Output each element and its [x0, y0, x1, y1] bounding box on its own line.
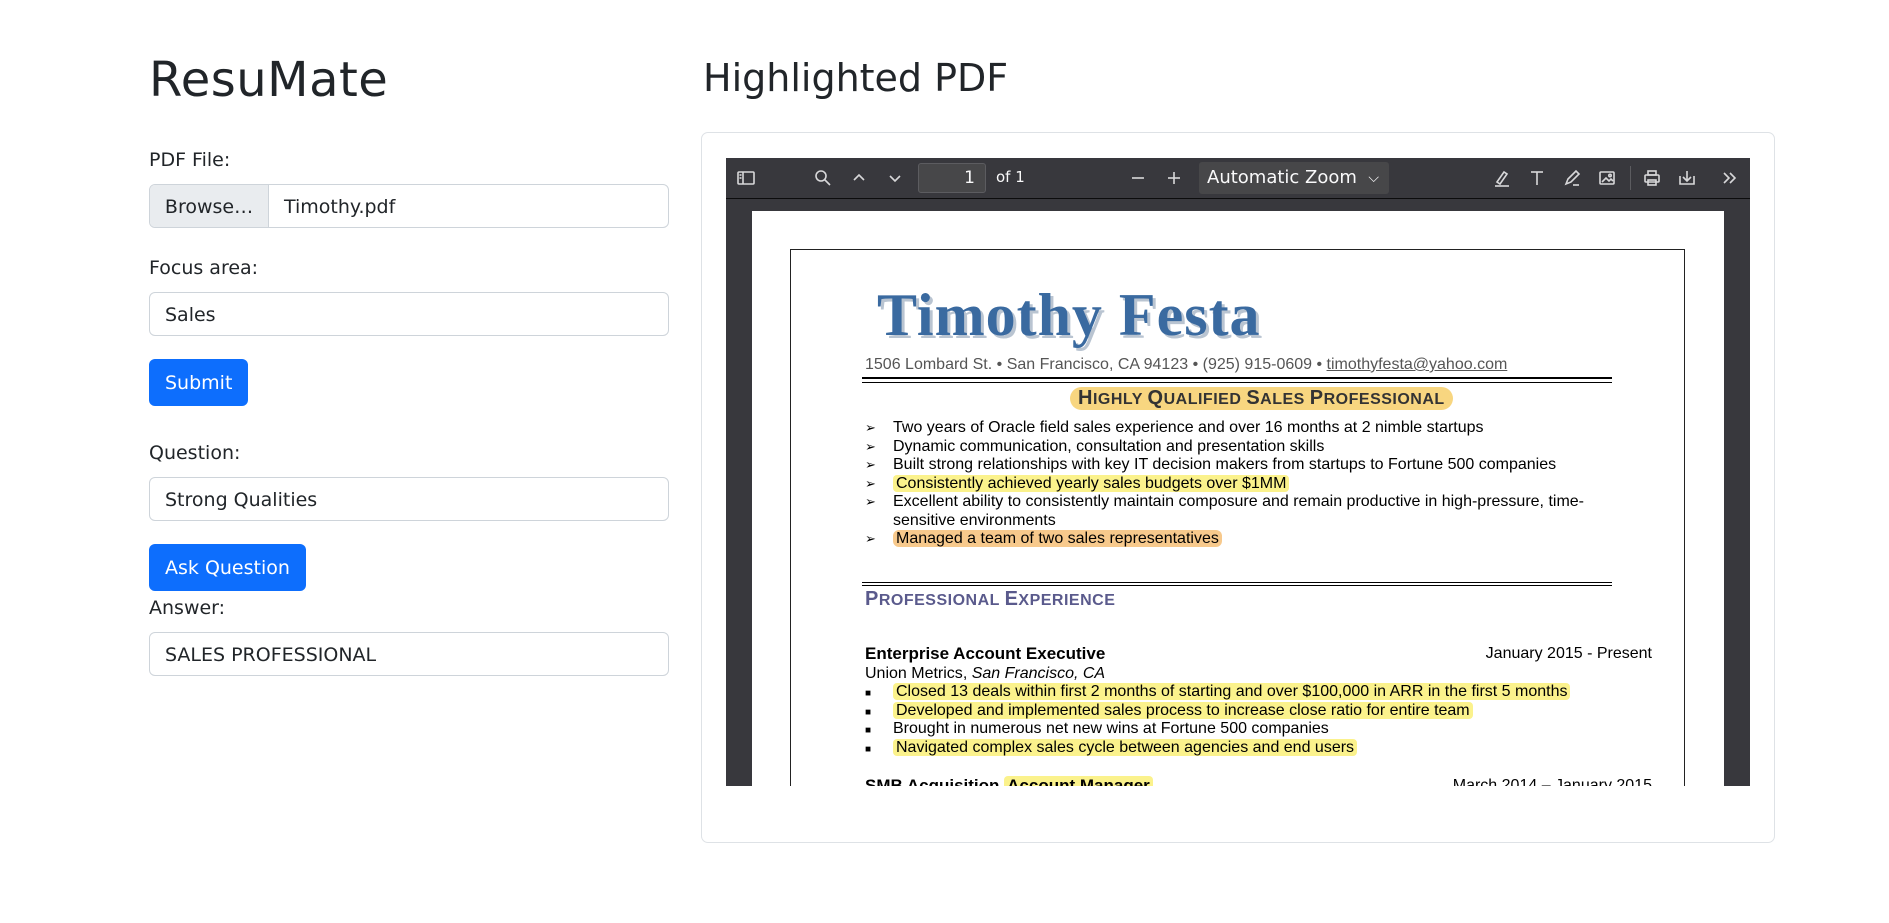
search-icon[interactable] [811, 166, 835, 190]
list-item: ■ Navigated complex sales cycle between a… [865, 738, 1615, 758]
highlighted-text: Closed 13 deals within first 2 months of… [893, 683, 1571, 700]
focus-area-label: Focus area: [149, 257, 259, 279]
section-rule [862, 582, 1612, 583]
list-item: ■ Closed 13 deals within first 2 months o… [865, 683, 1615, 702]
pdf-file-label: PDF File: [149, 149, 231, 171]
page-number-input[interactable]: 1 [918, 163, 986, 193]
list-item: ➢ Excellent ability to consistently maint… [865, 493, 1584, 529]
pdf-viewer: 1 of 1 Automatic Zoom ⌵ Timothy Festa 15… [726, 158, 1750, 786]
previous-page-icon[interactable] [847, 166, 871, 190]
arrow-bullet-icon: ➢ [865, 494, 876, 509]
zoom-value: Automatic Zoom [1207, 167, 1357, 188]
job-title: SMB Acquisition Account Manager [865, 776, 1153, 786]
submit-button[interactable]: Submit [149, 359, 249, 406]
summary-bullets: ➢ Two years of Oracle field sales experie… [865, 419, 1615, 549]
app-title: ResuMate [149, 52, 389, 108]
pdf-page: Timothy Festa 1506 Lombard St. • San Fra… [752, 211, 1724, 786]
list-item: ➢ Managed a team of two sales representat… [865, 530, 1615, 549]
arrow-bullet-icon: ➢ [865, 420, 876, 435]
arrow-bullet-icon: ➢ [865, 438, 876, 454]
next-page-icon[interactable] [883, 166, 907, 190]
header-rule [862, 377, 1612, 379]
chevron-down-icon: ⌵ [1368, 170, 1379, 186]
headline-highlighted: HIGHLY QUALIFIED SALES PROFESSIONAL [1070, 387, 1453, 410]
highlighted-text: Developed and implemented sales process … [893, 701, 1473, 719]
job-bullets: ■ Closed 13 deals within first 2 months o… [865, 683, 1615, 757]
question-input[interactable]: Strong Qualities [149, 477, 669, 521]
list-item: ➢ Two years of Oracle field sales experie… [865, 419, 1484, 436]
print-icon[interactable] [1640, 166, 1664, 190]
list-item: ➢ Built strong relationships with key IT … [865, 456, 1557, 473]
browse-button[interactable]: Browse… [150, 185, 269, 227]
pdf-page-area[interactable]: Timothy Festa 1506 Lombard St. • San Fra… [726, 199, 1750, 786]
pdf-file-input[interactable]: Browse… Timothy.pdf [149, 184, 669, 228]
arrow-bullet-icon: ➢ [865, 475, 876, 491]
arrow-bullet-icon: ➢ [865, 531, 876, 546]
list-item: ➢ Dynamic communication, consultation and… [865, 437, 1325, 455]
page-count: of 1 [996, 168, 1025, 186]
image-icon[interactable] [1595, 166, 1619, 190]
text-tool-icon[interactable] [1525, 166, 1549, 190]
contact-text: 1506 Lombard St. • San Francisco, CA 941… [865, 356, 1327, 373]
contact-line: 1506 Lombard St. • San Francisco, CA 941… [865, 356, 1507, 374]
ask-question-button[interactable]: Ask Question [149, 544, 306, 591]
pdf-toolbar: 1 of 1 Automatic Zoom ⌵ [726, 158, 1750, 199]
list-item: ■ Developed and implemented sales process… [865, 701, 1615, 721]
highlighted-text: Managed a team of two sales representati… [893, 530, 1222, 547]
email-link[interactable]: timothyfesta@yahoo.com [1327, 356, 1508, 373]
more-tools-icon[interactable] [1718, 166, 1742, 190]
highlighted-text: Navigated complex sales cycle between ag… [893, 738, 1358, 756]
arrow-bullet-icon: ➢ [865, 457, 876, 472]
company-line: Union Metrics, San Francisco, CA [865, 665, 1106, 682]
focus-area-input[interactable]: Sales [149, 292, 669, 336]
highlighted-text: Consistently achieved yearly sales budge… [893, 474, 1290, 492]
list-item: ■ Brought in numerous net new wins at For… [865, 720, 1615, 739]
toolbar-divider [1630, 166, 1631, 190]
highlight-icon[interactable] [1490, 166, 1514, 190]
answer-label: Answer: [149, 597, 226, 619]
section-rule-thin [862, 585, 1612, 586]
resume-name: Timothy Festa [877, 282, 1261, 348]
question-label: Question: [149, 442, 241, 464]
job-dates: January 2015 - Present [1485, 645, 1652, 662]
zoom-select[interactable]: Automatic Zoom ⌵ [1199, 162, 1389, 194]
job-dates: March 2014 – January 2015 [1452, 777, 1652, 786]
list-item: ➢ Consistently achieved yearly sales budg… [865, 474, 1615, 494]
file-name: Timothy.pdf [284, 196, 396, 218]
sidebar-toggle-icon[interactable] [734, 166, 758, 190]
zoom-out-icon[interactable] [1126, 166, 1150, 190]
download-icon[interactable] [1675, 166, 1699, 190]
highlighted-text: Account Manager [1004, 776, 1153, 786]
job-title: Enterprise Account Executive [865, 644, 1106, 663]
answer-field: SALES PROFESSIONAL [149, 632, 669, 676]
square-bullet-icon: ■ [865, 743, 872, 755]
draw-icon[interactable] [1560, 166, 1584, 190]
highlighted-pdf-heading: Highlighted PDF [703, 56, 1009, 100]
section-title: PROFESSIONAL EXPERIENCE [865, 588, 1116, 610]
zoom-in-icon[interactable] [1162, 166, 1186, 190]
header-rule-thin [862, 382, 1612, 383]
